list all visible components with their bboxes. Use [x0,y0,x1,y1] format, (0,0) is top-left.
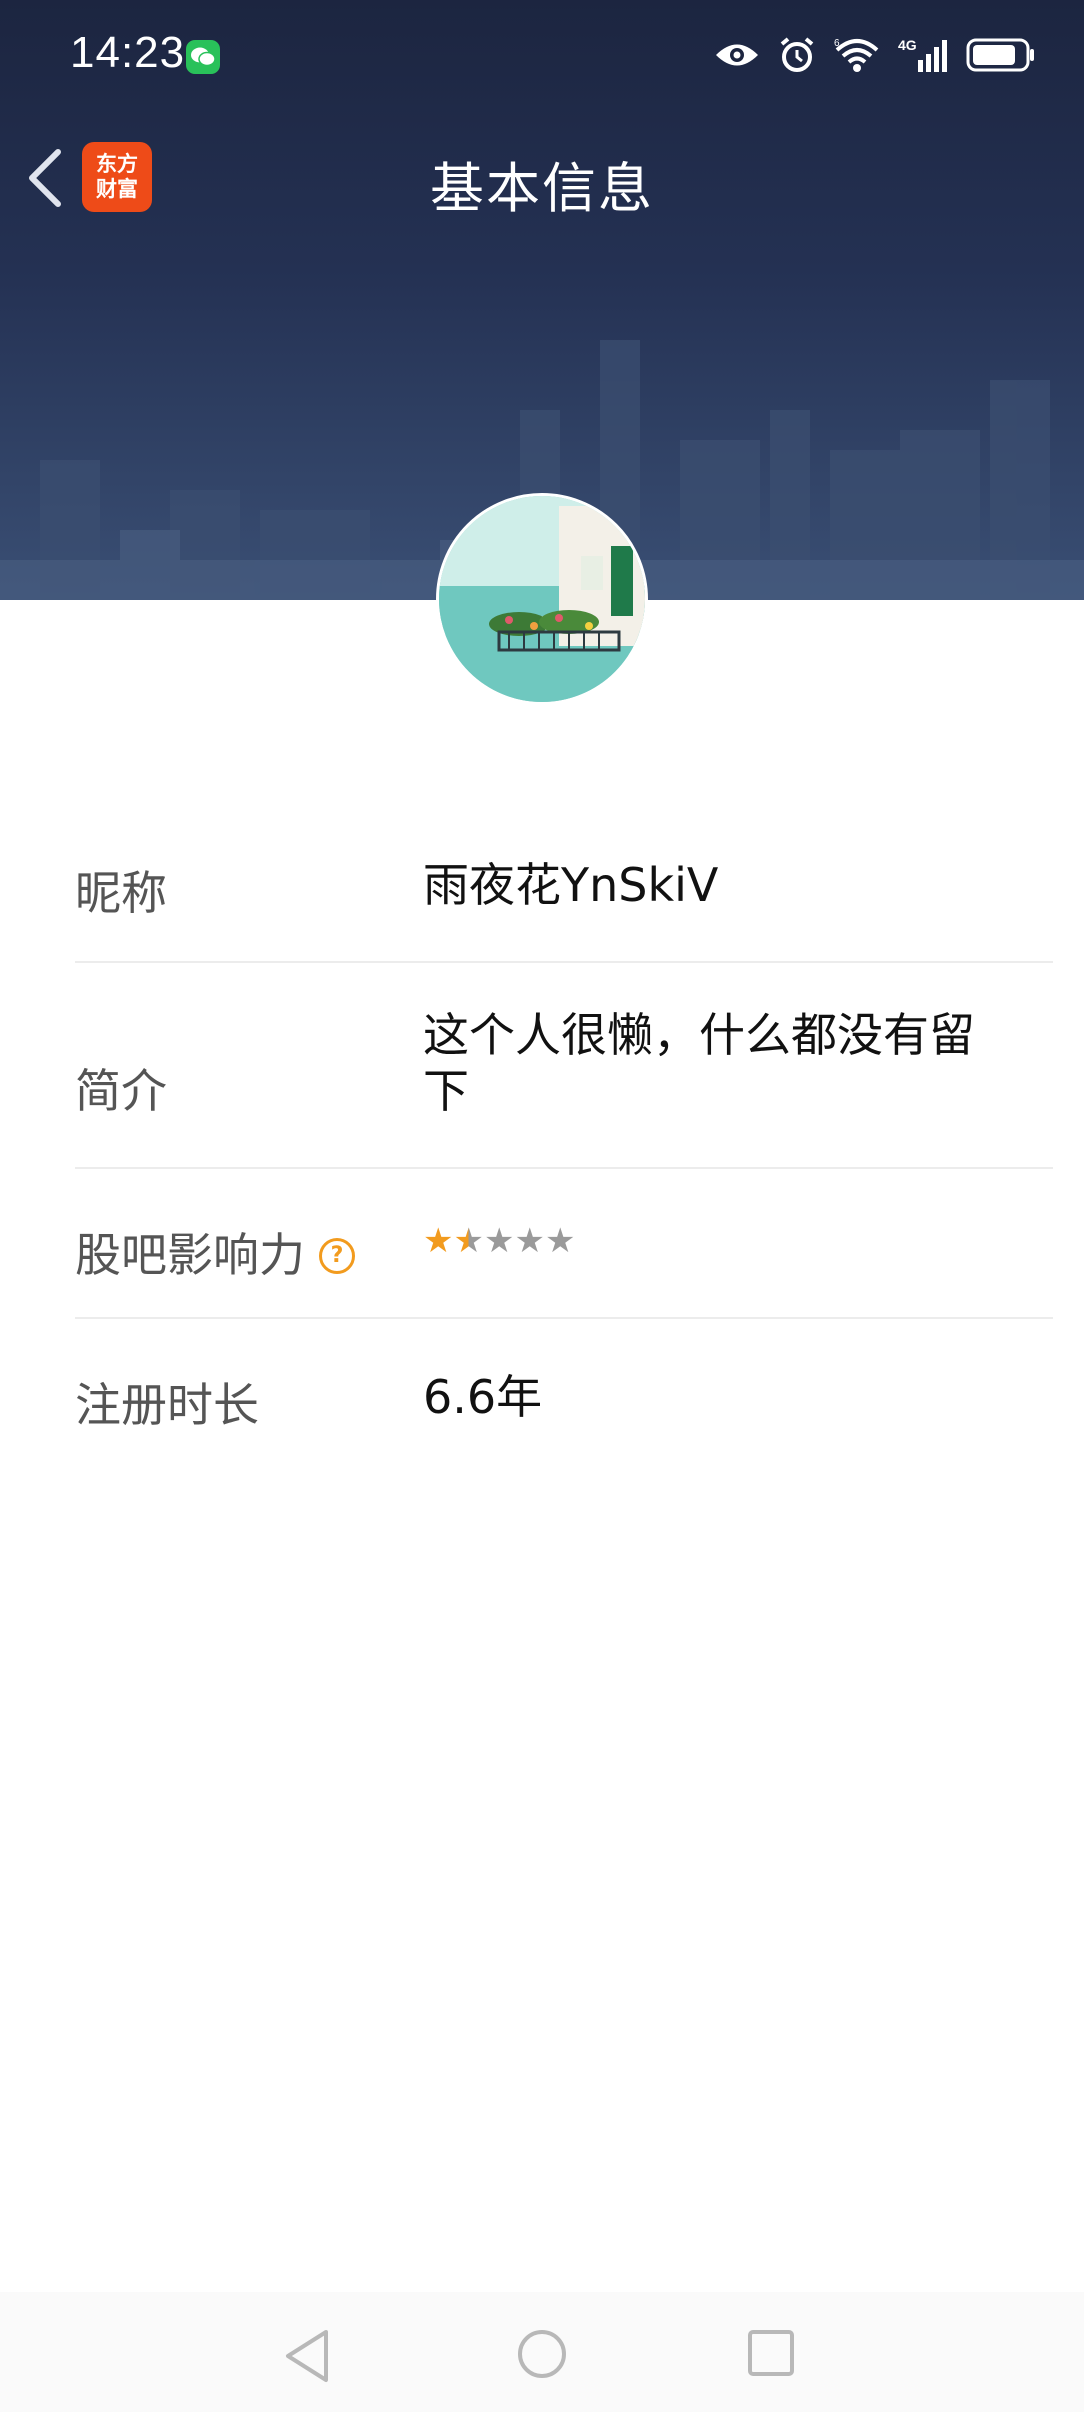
nickname-row: 昵称 雨夜花YnSkiV [75,795,1053,963]
system-navigation-bar [0,2292,1084,2412]
wifi-icon: 6 [834,38,879,72]
help-icon[interactable]: ? [319,1237,355,1274]
bio-row: 简介 这个人很懒，什么都没有留下 [75,963,1053,1169]
svg-text:4G: 4G [898,37,917,53]
svg-text:6: 6 [834,38,840,49]
influence-label-wrap: 股吧影响力? [75,1219,355,1285]
home-circle-icon[interactable] [516,2328,568,2380]
status-bar: 14:23 6 4G [0,0,1084,110]
chevron-left-icon[interactable] [22,146,72,210]
page-title: 基本信息 [430,157,654,220]
registration-label: 注册时长 [75,1378,259,1432]
top-nav: 基本信息 东方 财富 [0,120,1084,240]
nickname-value: 雨夜花YnSkiV [423,858,719,912]
star-icon: ★ [514,1221,545,1261]
avatar[interactable] [436,493,648,705]
bio-label: 简介 [75,1064,167,1118]
app-logo[interactable]: 东方 财富 [82,142,152,212]
registration-value: 6.6年 [423,1370,543,1424]
bio-value: 这个人很懒，什么都没有留下 [423,1008,975,1118]
star-icon: ★ [453,1221,484,1261]
status-time: 14:23 [70,28,186,77]
battery-icon [966,38,1034,72]
influence-row: 股吧影响力? ★ ★ ★ ★ ★ [75,1169,1053,1319]
influence-label: 股吧影响力 [75,1228,305,1282]
star-icon: ★ [544,1221,576,1261]
alarm-icon [780,37,814,72]
app-logo-line1: 东方 [96,152,138,176]
recents-square-icon[interactable] [746,2328,796,2378]
wechat-icon [186,40,220,74]
profile-info-list: 昵称 雨夜花YnSkiV 简介 这个人很懒，什么都没有留下 股吧影响力? ★ ★… [75,795,1053,1469]
star-icon: ★ [483,1221,515,1261]
star-icon: ★ [423,1221,454,1261]
influence-rating: ★ ★ ★ ★ ★ [423,1224,1013,1258]
avatar-image [439,496,645,702]
registration-row: 注册时长 6.6年 [75,1319,1053,1469]
eye-icon [716,44,758,66]
nickname-label: 昵称 [75,866,167,920]
signal-4g-icon: 4G [898,37,947,72]
app-logo-line2: 财富 [96,177,138,201]
back-triangle-icon[interactable] [282,2328,332,2384]
